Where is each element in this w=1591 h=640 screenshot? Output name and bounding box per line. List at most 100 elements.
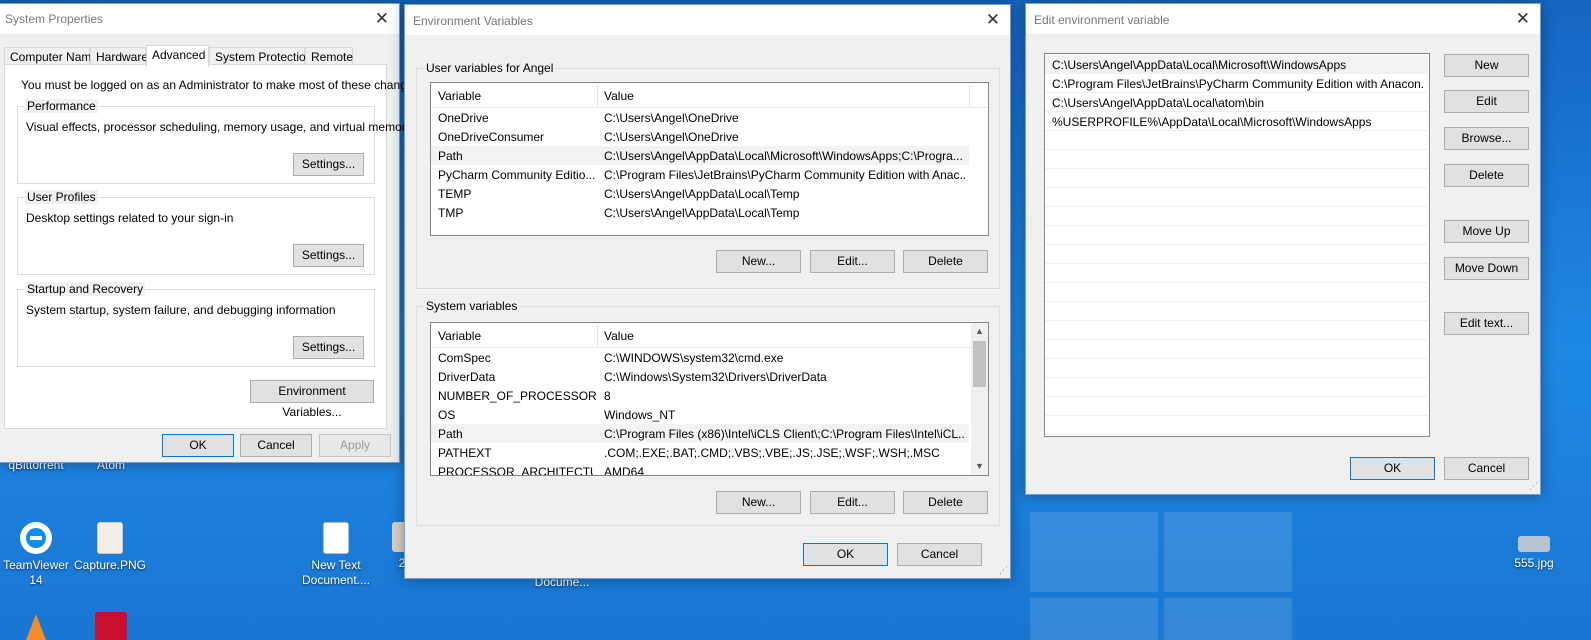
table-row[interactable]: TMP C:\Users\Angel\AppData\Local\Temp <box>431 203 969 222</box>
variable-name: Path <box>438 149 463 163</box>
edit-button[interactable]: Edit <box>1444 90 1529 113</box>
list-item-selected[interactable]: C:\Users\Angel\AppData\Local\Microsoft\W… <box>1045 55 1428 74</box>
scroll-up-icon[interactable]: ▲ <box>971 323 988 340</box>
list-item[interactable]: %USERPROFILE%\AppData\Local\Microsoft\Wi… <box>1045 112 1428 131</box>
table-row[interactable]: ComSpec C:\WINDOWS\system32\cmd.exe <box>431 348 969 367</box>
table-row[interactable]: OneDriveConsumer C:\Users\Angel\OneDrive <box>431 127 969 146</box>
variable-name: PATHEXT <box>438 446 492 460</box>
tab-label: Hardware <box>96 50 149 64</box>
list-item-empty[interactable] <box>1045 359 1428 378</box>
user-edit-button[interactable]: Edit... <box>810 250 895 273</box>
table-row[interactable]: DriverData C:\Windows\System32\Drivers\Dr… <box>431 367 969 386</box>
startup-settings-button[interactable]: Settings... <box>293 336 364 359</box>
list-item-empty[interactable] <box>1045 207 1428 226</box>
close-icon[interactable]: ✕ <box>1516 9 1530 29</box>
variable-name: OneDriveConsumer <box>438 130 545 144</box>
user-new-button[interactable]: New... <box>716 250 801 273</box>
list-item-empty[interactable] <box>1045 169 1428 188</box>
edit-environment-variable-window: Edit environment variable ✕ C:\Users\Ang… <box>1025 3 1541 495</box>
list-item[interactable]: C:\Program Files\JetBrains\PyCharm Commu… <box>1045 74 1428 93</box>
list-item-empty[interactable] <box>1045 397 1428 416</box>
resize-grip-icon[interactable]: ⋰ <box>999 565 1008 576</box>
move-down-button[interactable]: Move Down <box>1444 257 1529 280</box>
column-header-value[interactable]: Value <box>604 329 634 343</box>
variable-value: Windows_NT <box>604 408 676 422</box>
user-variables-list[interactable]: Variable Value OneDrive C:\Users\Angel\On… <box>430 82 989 236</box>
system-properties-window: System Properties ✕ Computer Name Hardwa… <box>0 3 423 463</box>
variable-name: TMP <box>438 206 464 220</box>
list-item-empty[interactable] <box>1045 188 1428 207</box>
variable-name: TEMP <box>438 187 472 201</box>
acrobat-icon[interactable] <box>95 612 127 640</box>
table-row[interactable]: TEMP C:\Users\Angel\AppData\Local\Temp <box>431 184 969 203</box>
environment-variables-button[interactable]: Environment Variables... <box>250 380 374 419</box>
table-row[interactable]: OneDrive C:\Users\Angel\OneDrive <box>431 108 969 127</box>
variable-value: C:\Users\Angel\OneDrive <box>604 111 739 125</box>
vlc-icon[interactable] <box>26 614 46 640</box>
system-variables-list[interactable]: Variable Value ComSpec C:\WINDOWS\system3… <box>430 322 989 476</box>
table-row[interactable]: PyCharm Community Editio... C:\Program Fi… <box>431 165 969 184</box>
vertical-scrollbar[interactable]: ▲ ▼ <box>971 323 988 475</box>
list-item-empty[interactable] <box>1045 378 1428 397</box>
desktop-icon-capture-png[interactable]: Capture.PNG <box>70 522 150 573</box>
close-icon[interactable]: ✕ <box>986 10 1000 30</box>
cancel-button[interactable]: Cancel <box>897 543 982 566</box>
list-item-empty[interactable] <box>1045 131 1428 150</box>
tab-label: Remote <box>311 50 354 64</box>
resize-grip-icon[interactable]: ⋰ <box>1529 481 1538 492</box>
column-header-value[interactable]: Value <box>604 89 634 103</box>
browse-button[interactable]: Browse... <box>1444 127 1529 150</box>
column-separator[interactable] <box>597 85 598 106</box>
edit-text-button[interactable]: Edit text... <box>1444 312 1529 335</box>
desktop-icon-teamviewer[interactable]: TeamViewer 14 <box>0 522 76 588</box>
tab-label: Advanced <box>152 48 206 62</box>
list-item-empty[interactable] <box>1045 321 1428 340</box>
performance-settings-button[interactable]: Settings... <box>293 153 364 176</box>
column-header-variable[interactable]: Variable <box>438 329 481 343</box>
cancel-button[interactable]: Cancel <box>1444 457 1529 480</box>
apply-button: Apply <box>319 434 391 457</box>
table-row[interactable]: PROCESSOR_ARCHITECTURE AMD64 <box>431 462 969 475</box>
cancel-button[interactable]: Cancel <box>240 434 312 457</box>
scrollbar-thumb[interactable] <box>973 341 986 387</box>
variable-name: OneDrive <box>438 111 489 125</box>
table-row[interactable]: NUMBER_OF_PROCESSORS 8 <box>431 386 969 405</box>
user-delete-button[interactable]: Delete <box>903 250 988 273</box>
path-entries-list[interactable]: C:\Users\Angel\AppData\Local\Microsoft\W… <box>1044 53 1430 437</box>
column-separator[interactable] <box>597 325 598 346</box>
desktop-icon-label: 555.jpg <box>1514 556 1554 570</box>
system-delete-button[interactable]: Delete <box>903 491 988 514</box>
system-edit-button[interactable]: Edit... <box>810 491 895 514</box>
tab-advanced[interactable]: Advanced <box>146 45 209 67</box>
list-item[interactable]: C:\Users\Angel\AppData\Local\atom\bin <box>1045 93 1428 112</box>
list-item-empty[interactable] <box>1045 416 1428 435</box>
list-item-empty[interactable] <box>1045 340 1428 359</box>
desktop-icon-555-jpg[interactable]: 555.jpg <box>1494 536 1574 571</box>
teamviewer-icon <box>20 522 52 554</box>
user-profiles-settings-button[interactable]: Settings... <box>293 244 364 267</box>
list-item-empty[interactable] <box>1045 150 1428 169</box>
list-item-empty[interactable] <box>1045 264 1428 283</box>
ok-button[interactable]: OK <box>162 434 234 457</box>
table-row-selected[interactable]: Path C:\Users\Angel\AppData\Local\Microso… <box>431 146 969 165</box>
titlebar: Environment Variables ✕ <box>405 5 1010 35</box>
list-item-empty[interactable] <box>1045 226 1428 245</box>
list-item-empty[interactable] <box>1045 302 1428 321</box>
user-profiles-group: User Profiles Desktop settings related t… <box>17 190 375 275</box>
scroll-down-icon[interactable]: ▼ <box>971 458 988 475</box>
column-separator[interactable] <box>969 85 970 106</box>
list-item-empty[interactable] <box>1045 245 1428 264</box>
close-icon[interactable]: ✕ <box>375 9 389 29</box>
system-new-button[interactable]: New... <box>716 491 801 514</box>
table-row[interactable]: PATHEXT .COM;.EXE;.BAT;.CMD;.VBS;.VBE;.JS… <box>431 443 969 462</box>
table-row-selected[interactable]: Path C:\Program Files (x86)\Intel\iCLS Cl… <box>431 424 969 443</box>
ok-button[interactable]: OK <box>803 543 888 566</box>
new-button[interactable]: New <box>1444 54 1529 77</box>
delete-button[interactable]: Delete <box>1444 164 1529 187</box>
variable-name: OS <box>438 408 456 422</box>
table-row[interactable]: OS Windows_NT <box>431 405 969 424</box>
list-item-empty[interactable] <box>1045 283 1428 302</box>
move-up-button[interactable]: Move Up <box>1444 220 1529 243</box>
column-header-variable[interactable]: Variable <box>438 89 481 103</box>
ok-button[interactable]: OK <box>1350 457 1435 480</box>
